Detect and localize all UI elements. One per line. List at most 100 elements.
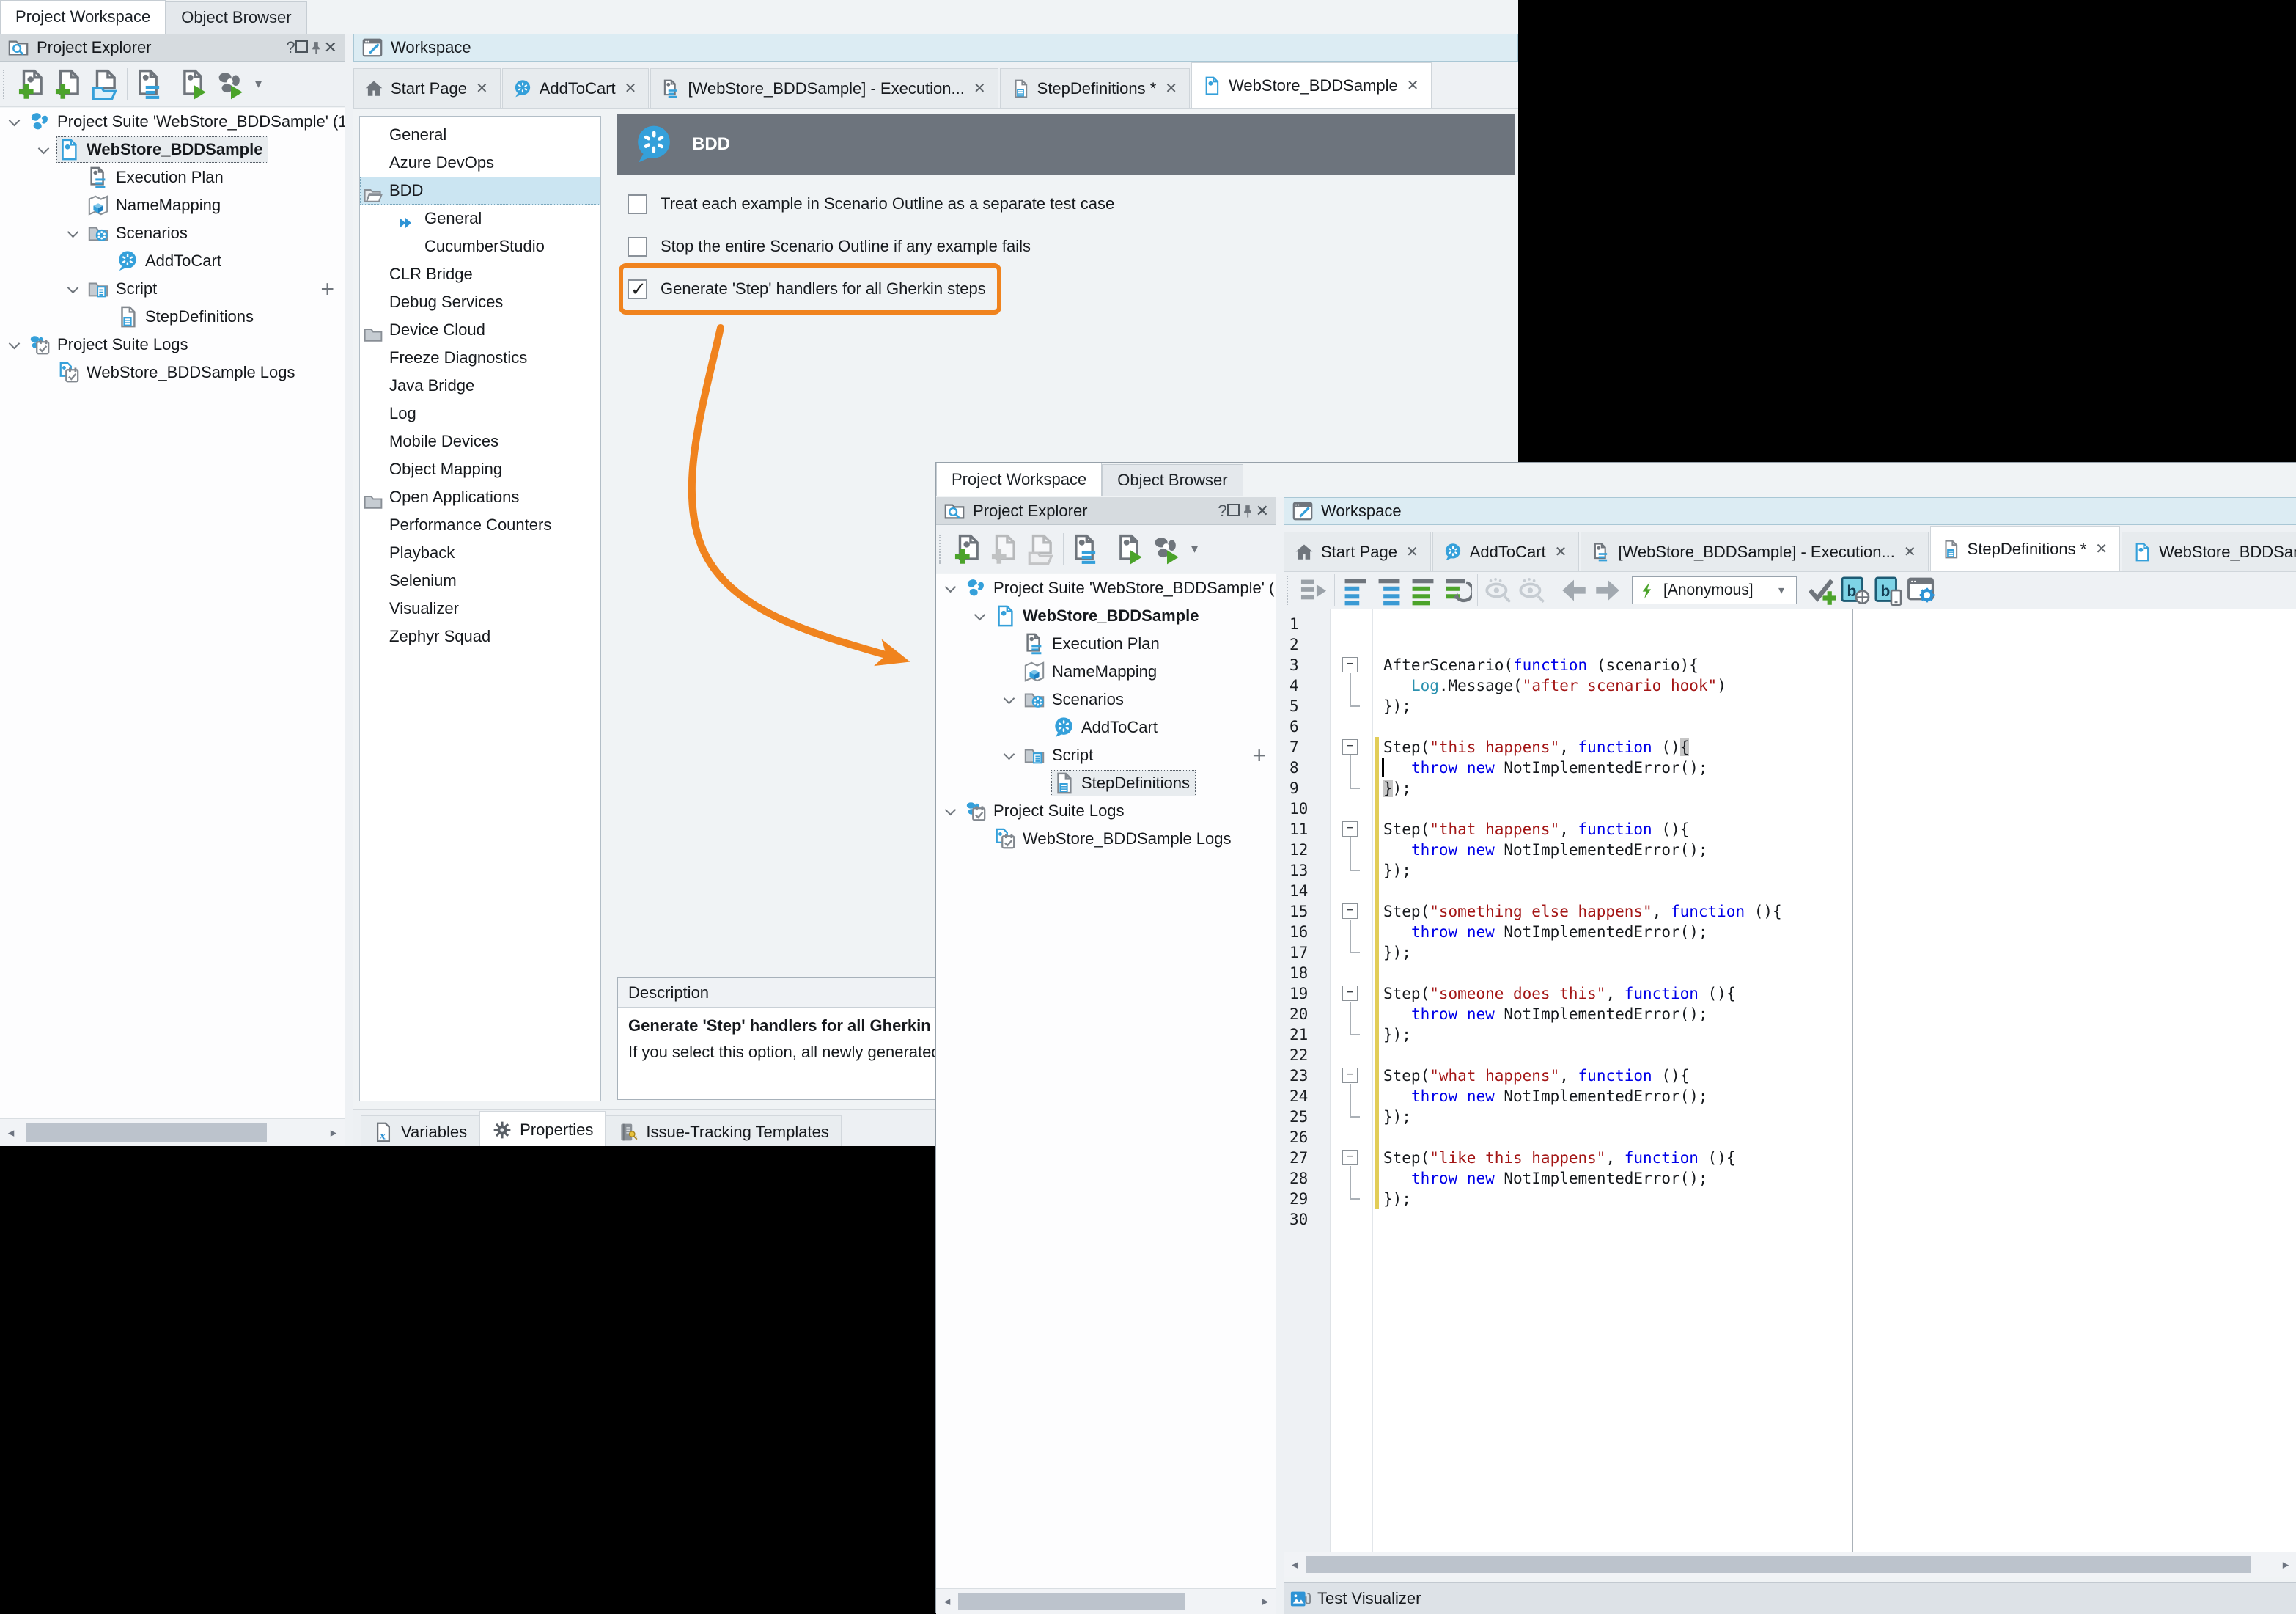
tree-item-webstore-bddsample-logs[interactable]: WebStore_BDDSample Logs — [936, 825, 1276, 853]
run-in-browser-button[interactable] — [1838, 573, 1872, 607]
run-dropdown-caret[interactable]: ▾ — [1185, 541, 1204, 557]
organize-test-items-button[interactable] — [131, 67, 168, 102]
settings-category-freeze-diagnostics[interactable]: Freeze Diagnostics — [360, 344, 600, 372]
panel-splitter[interactable] — [345, 34, 353, 1146]
settings-category-cucumberstudio[interactable]: CucumberStudio — [360, 232, 600, 260]
settings-category-debug-services[interactable]: Debug Services — [360, 288, 600, 316]
close-button[interactable]: ✕ — [1256, 502, 1269, 520]
run-revert-button[interactable] — [1440, 573, 1473, 607]
test-profile-dropdown[interactable]: [Anonymous]▾ — [1632, 576, 1797, 604]
horizontal-scrollbar[interactable]: ◂▸ — [0, 1118, 345, 1146]
fold-collapse-button[interactable]: − — [1342, 657, 1358, 672]
expander-chevron-icon[interactable] — [945, 581, 957, 593]
close-tab-icon[interactable]: ✕ — [1163, 79, 1179, 98]
add-new-project-button[interactable] — [13, 67, 50, 102]
tree-item-script[interactable]: Script+ — [936, 741, 1276, 769]
expander-chevron-icon[interactable] — [1004, 692, 1015, 704]
add-item-button[interactable]: + — [320, 275, 334, 303]
fold-collapse-button[interactable]: − — [1342, 986, 1358, 1001]
tree-item-stepdefinitions[interactable]: StepDefinitions — [0, 303, 345, 331]
settings-category-selenium[interactable]: Selenium — [360, 567, 600, 595]
settings-category-playback[interactable]: Playback — [360, 539, 600, 567]
run-project-button[interactable] — [1112, 532, 1149, 567]
doc-tab-start-page[interactable]: Start Page✕ — [353, 68, 501, 108]
tree-item-script[interactable]: Script+ — [0, 275, 345, 303]
run-project-button[interactable] — [176, 67, 213, 102]
desktop-run-settings-button[interactable] — [1905, 573, 1939, 607]
tree-item-webstore-bddsample[interactable]: WebStore_BDDSample — [0, 136, 345, 164]
add-item-button[interactable]: + — [1252, 741, 1266, 769]
navigate-forward-button[interactable] — [1591, 573, 1625, 607]
tree-item-addtocart[interactable]: AddToCart — [936, 714, 1276, 741]
settings-category-zephyr-squad[interactable]: Zephyr Squad — [360, 623, 600, 650]
fold-collapse-button[interactable]: − — [1342, 1068, 1358, 1083]
tree-item-webstore-bddsample-logs[interactable]: WebStore_BDDSample Logs — [0, 359, 345, 386]
doc-tab-addtocart[interactable]: AddToCart✕ — [502, 68, 650, 108]
settings-category-azure-devops[interactable]: Azure DevOps — [360, 149, 600, 177]
tree-item-project-suite-logs[interactable]: Project Suite Logs — [0, 331, 345, 359]
settings-category-performance-counters[interactable]: Performance Counters — [360, 511, 600, 539]
tree-item-namemapping[interactable]: NameMapping — [0, 191, 345, 219]
tree-item-scenarios[interactable]: Scenarios — [0, 219, 345, 247]
scroll-right-arrow[interactable]: ▸ — [323, 1119, 345, 1146]
settings-category-open-applications[interactable]: Open Applications — [360, 483, 600, 511]
organize-test-items-button[interactable] — [1067, 532, 1104, 567]
pin-button[interactable] — [308, 38, 324, 56]
tab-project-workspace[interactable]: Project Workspace — [0, 0, 166, 34]
visualizer-view-disabled-button[interactable] — [1482, 573, 1515, 607]
close-tab-icon[interactable]: ✕ — [474, 79, 490, 98]
expander-chevron-icon[interactable] — [9, 114, 21, 126]
add-check-button[interactable] — [1804, 573, 1838, 607]
settings-category-mobile-devices[interactable]: Mobile Devices — [360, 428, 600, 455]
fold-collapse-button[interactable]: − — [1342, 739, 1358, 755]
run-test-button[interactable] — [1297, 573, 1331, 607]
settings-category-java-bridge[interactable]: Java Bridge — [360, 372, 600, 400]
fold-collapse-button[interactable]: − — [1342, 903, 1358, 919]
checkbox[interactable] — [628, 194, 647, 214]
tree-item-execution-plan[interactable]: Execution Plan — [936, 630, 1276, 658]
close-tab-icon[interactable]: ✕ — [972, 79, 987, 98]
code-editor[interactable]: 1234567891011121314151617181920212223242… — [1284, 609, 2296, 1552]
open-file-button[interactable] — [1023, 532, 1059, 567]
test-visualizer-bar[interactable]: Test Visualizer — [1284, 1582, 2296, 1614]
visualizer-frames-disabled-button[interactable] — [1515, 573, 1549, 607]
doc-tab-webstore-bddsample[interactable]: WebStore_BDDSample✕ — [2122, 532, 2296, 571]
navigate-back-button[interactable] — [1557, 573, 1591, 607]
settings-category-visualizer[interactable]: Visualizer — [360, 595, 600, 623]
close-tab-icon[interactable]: ✕ — [623, 79, 639, 98]
tree-item-project-suite-webstore-bddsample-1-p[interactable]: Project Suite 'WebStore_BDDSample' (1 p — [0, 108, 345, 136]
close-tab-icon[interactable]: ✕ — [2094, 540, 2109, 558]
expander-chevron-icon[interactable] — [1004, 748, 1015, 760]
scrollbar-thumb[interactable] — [958, 1593, 1185, 1610]
doc-tab-webstore-bddsample[interactable]: WebStore_BDDSample✕ — [1191, 62, 1431, 108]
bottom-tab-issue-tracking-templates[interactable]: Issue-Tracking Templates — [606, 1115, 841, 1146]
open-file-button[interactable] — [87, 67, 123, 102]
settings-category-bdd[interactable]: BDD — [360, 177, 600, 205]
doc-tab-stepdefinitions[interactable]: StepDefinitions *✕ — [1930, 526, 2120, 571]
scrollbar-thumb[interactable] — [26, 1123, 267, 1142]
fold-collapse-button[interactable]: − — [1342, 821, 1358, 837]
run-project-suite-button[interactable] — [213, 67, 249, 102]
expander-chevron-icon[interactable] — [9, 337, 21, 349]
doc-tab-stepdefinitions[interactable]: StepDefinitions *✕ — [1000, 68, 1190, 108]
settings-category-device-cloud[interactable]: Device Cloud — [360, 316, 600, 344]
close-tab-icon[interactable]: ✕ — [1405, 76, 1421, 95]
bdd-option-stop-the-entire-scenario-outline-if-any-[interactable]: Stop the entire Scenario Outline if any … — [628, 234, 1031, 259]
doc-tab-webstore-bddsample-execution[interactable]: [WebStore_BDDSample] - Execution...✕ — [650, 68, 998, 108]
scroll-left-arrow[interactable]: ◂ — [0, 1119, 22, 1146]
add-new-item-button[interactable] — [50, 67, 87, 102]
tree-item-project-suite-webstore-bddsample-1-p[interactable]: Project Suite 'WebStore_BDDSample' (1 p — [936, 574, 1276, 602]
settings-category-general[interactable]: General — [360, 205, 600, 232]
run-dropdown-caret[interactable]: ▾ — [249, 76, 268, 92]
tree-item-addtocart[interactable]: AddToCart — [0, 247, 345, 275]
expander-chevron-icon[interactable] — [67, 282, 79, 293]
close-tab-icon[interactable]: ✕ — [1902, 543, 1918, 561]
run-on-mobile-button[interactable] — [1872, 573, 1905, 607]
scrollbar-thumb[interactable] — [1306, 1556, 2251, 1573]
scroll-left-arrow[interactable]: ◂ — [936, 1589, 958, 1614]
scroll-right-arrow[interactable]: ▸ — [1254, 1589, 1276, 1614]
run-project-suite-button[interactable] — [1149, 532, 1185, 567]
bottom-tab-variables[interactable]: Variables — [361, 1115, 479, 1146]
help-button[interactable]: ? — [1218, 502, 1226, 520]
maximize-button[interactable] — [295, 38, 308, 56]
